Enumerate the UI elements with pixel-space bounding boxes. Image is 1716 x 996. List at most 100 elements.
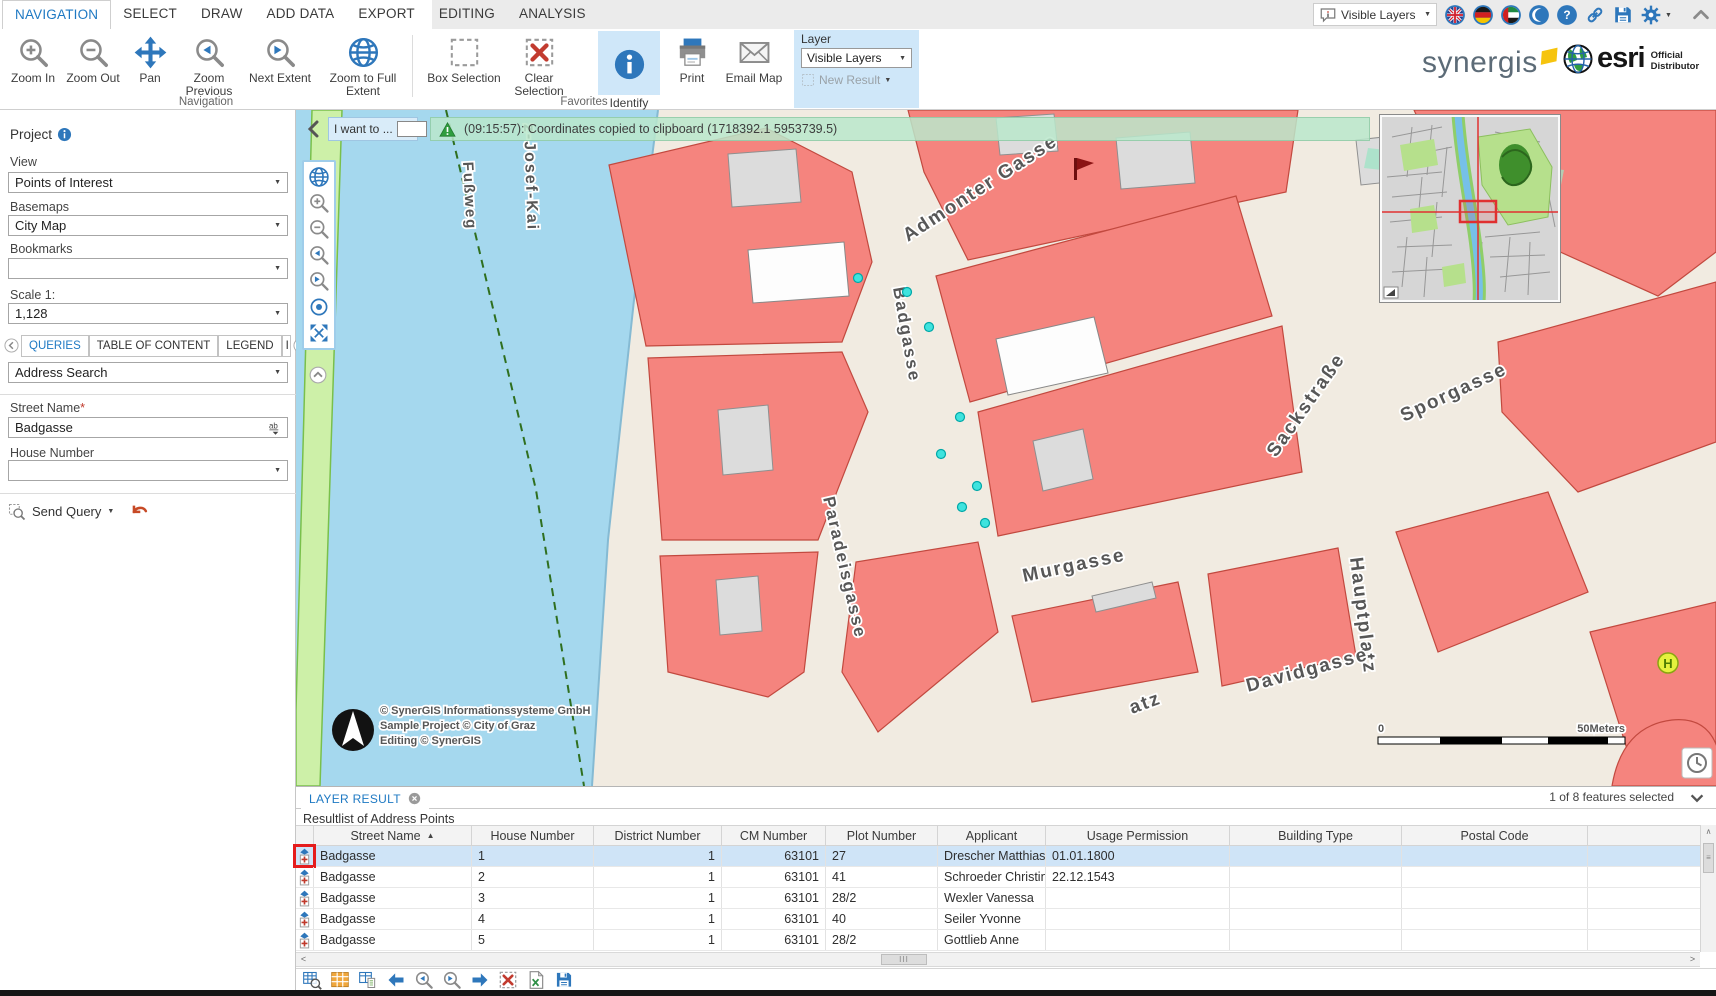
tool-zoom-to-full-extent[interactable]: Zoom to Full Extent	[318, 32, 408, 98]
overview-map[interactable]	[1380, 115, 1560, 302]
column-header-district-number[interactable]: District Number	[594, 826, 722, 845]
column-header-applicant[interactable]: Applicant	[938, 826, 1046, 845]
info-icon[interactable]	[57, 127, 72, 142]
map-expand-icon[interactable]	[308, 322, 330, 344]
panel-expand-button[interactable]	[1688, 789, 1706, 807]
ribbon-tab-add-data[interactable]: ADD DATA	[255, 0, 347, 29]
sidebar-tab-table-of-content[interactable]: TABLE OF CONTENT	[89, 335, 219, 357]
zoom-to-feature-icon[interactable]	[296, 867, 314, 887]
close-icon[interactable]	[408, 792, 421, 805]
moon-icon[interactable]	[1528, 4, 1550, 26]
layer-select[interactable]: Visible Layers ▼	[801, 48, 912, 68]
svg-text:H: H	[1663, 656, 1672, 671]
zoom-to-feature-icon[interactable]	[296, 888, 314, 908]
tool-box-selection[interactable]: Box Selection	[422, 32, 506, 98]
map-mag-plus-icon[interactable]	[308, 192, 330, 214]
result-mag-prev-button[interactable]	[414, 970, 434, 990]
ribbon-tab-draw[interactable]: DRAW	[189, 0, 255, 29]
horizontal-scrollbar[interactable]: < III >	[296, 952, 1700, 967]
tool-zoom-in[interactable]: Zoom In	[4, 32, 62, 98]
view-select[interactable]: Points of Interest▼	[8, 172, 288, 193]
visible-layers-dropdown[interactable]: Visible Layers ▼	[1313, 3, 1437, 26]
table-row[interactable]: Badgasse516310128/2Gottlieb Anne	[296, 930, 1700, 951]
zoom-to-feature-icon[interactable]	[296, 909, 314, 929]
street-name-input[interactable]: Badgasse ab	[8, 417, 288, 438]
result-clear-select-button[interactable]	[498, 970, 518, 990]
map-mag-minus-icon[interactable]	[308, 218, 330, 240]
new-result-button[interactable]: New Result ▼	[801, 73, 912, 87]
result-table-search-button[interactable]	[302, 970, 322, 990]
table-row[interactable]: Badgasse316310128/2Wexler Vanessa	[296, 888, 1700, 909]
vertical-scrollbar[interactable]: ∧≡	[1700, 825, 1716, 952]
tabs-scroll-left-icon[interactable]	[4, 338, 19, 353]
table-row[interactable]: Badgasse116310127Drescher Matthias01.01.…	[296, 846, 1700, 867]
ribbon-tab-select[interactable]: SELECT	[111, 0, 189, 29]
result-table-orange-button[interactable]	[330, 970, 350, 990]
map-target-icon[interactable]	[308, 296, 330, 318]
zoom-to-feature-icon[interactable]	[296, 930, 314, 950]
result-table-page-button[interactable]	[358, 970, 378, 990]
collapse-up-icon[interactable]	[1690, 4, 1712, 26]
flag-de-icon[interactable]	[1472, 4, 1494, 26]
send-query-button[interactable]: Send Query ▼	[8, 502, 149, 521]
result-arrow-right-button[interactable]	[470, 970, 490, 990]
table-header-row: Street Name▲House NumberDistrict NumberC…	[296, 825, 1700, 846]
column-header-cm-number[interactable]: CM Number	[722, 826, 826, 845]
ribbon-tab-analysis[interactable]: ANALYSIS	[507, 0, 598, 29]
tool-email-map[interactable]: Email Map	[718, 32, 790, 85]
save-icon[interactable]	[1612, 4, 1634, 26]
address-point-marker	[937, 450, 946, 459]
tool-clear-selection[interactable]: Clear Selection	[506, 32, 572, 98]
help-icon[interactable]: ?	[1556, 4, 1578, 26]
autocomplete-sort-icon[interactable]: ab	[268, 420, 283, 435]
sidebar-collapse-button[interactable]	[303, 117, 323, 141]
bookmarks-select[interactable]: ▼	[8, 258, 288, 279]
sidebar-tab-queries[interactable]: QUERIES	[21, 335, 89, 357]
map-canvas[interactable]: Fußwegz-Josef-KaiAdmonter GasseBadgasseS…	[296, 110, 1716, 786]
ribbon-tabbar: NAVIGATIONSELECTDRAWADD DATAEXPORTEDITIN…	[0, 0, 1716, 29]
layer-result-tab[interactable]: LAYER RESULT	[301, 788, 429, 809]
column-header-usage-permission[interactable]: Usage Permission	[1046, 826, 1230, 845]
ribbon-tab-editing[interactable]: EDITING	[427, 0, 507, 29]
map-globe-icon[interactable]	[308, 166, 330, 188]
table-row[interactable]: Badgasse416310140Seiler Yvonne	[296, 909, 1700, 930]
result-save-button[interactable]	[554, 970, 574, 990]
gear-icon[interactable]	[1640, 4, 1662, 26]
result-mag-next-button[interactable]	[442, 970, 462, 990]
link-icon[interactable]	[1584, 4, 1606, 26]
map-mag-next-icon[interactable]	[308, 270, 330, 292]
tool-zoom-previous[interactable]: Zoom Previous	[176, 32, 242, 98]
identify-button[interactable]: Identify	[598, 31, 660, 95]
zoom-to-feature-icon[interactable]	[296, 846, 314, 866]
esri-globe-icon	[1562, 43, 1594, 75]
tool-pan[interactable]: Pan	[124, 32, 176, 98]
flag-ae-icon[interactable]	[1500, 4, 1522, 26]
next-extent-icon	[242, 32, 318, 72]
sidebar-tab-legend[interactable]: LEGEND	[218, 335, 281, 357]
undo-icon[interactable]	[130, 502, 149, 521]
column-header-house-number[interactable]: House Number	[472, 826, 594, 845]
table-row[interactable]: Badgasse216310141Schroeder Christin22.12…	[296, 867, 1700, 888]
i-want-to-widget[interactable]: I want to ...	[328, 117, 418, 141]
flag-uk-icon[interactable]	[1444, 4, 1466, 26]
ribbon-tab-export[interactable]: EXPORT	[346, 0, 426, 29]
toolbar-collapse-button[interactable]	[309, 366, 327, 384]
column-header-postal-code[interactable]: Postal Code	[1402, 826, 1588, 845]
tool-print[interactable]: Print	[666, 32, 718, 85]
column-header-street-name[interactable]: Street Name▲	[314, 826, 472, 845]
column-header-plot-number[interactable]: Plot Number	[826, 826, 938, 845]
map-mag-prev-icon[interactable]	[308, 244, 330, 266]
query-select[interactable]: Address Search▼	[8, 362, 288, 383]
basemaps-select[interactable]: City Map▼	[8, 215, 288, 236]
scale-1-select[interactable]: 1,128▼	[8, 303, 288, 324]
result-arrow-left-button[interactable]	[386, 970, 406, 990]
ribbon-tab-navigation[interactable]: NAVIGATION	[2, 0, 111, 29]
results-panel: LAYER RESULT 1 of 8 features selected Re…	[296, 786, 1716, 990]
sidebar-tab-i[interactable]: I	[282, 335, 291, 357]
tool-next-extent[interactable]: Next Extent	[242, 32, 318, 98]
result-excel-button[interactable]	[526, 970, 546, 990]
column-header-building-type[interactable]: Building Type	[1230, 826, 1402, 845]
i-want-to-input[interactable]	[397, 121, 427, 137]
tool-zoom-out[interactable]: Zoom Out	[62, 32, 124, 98]
house-number-select[interactable]: ▼	[8, 460, 288, 481]
